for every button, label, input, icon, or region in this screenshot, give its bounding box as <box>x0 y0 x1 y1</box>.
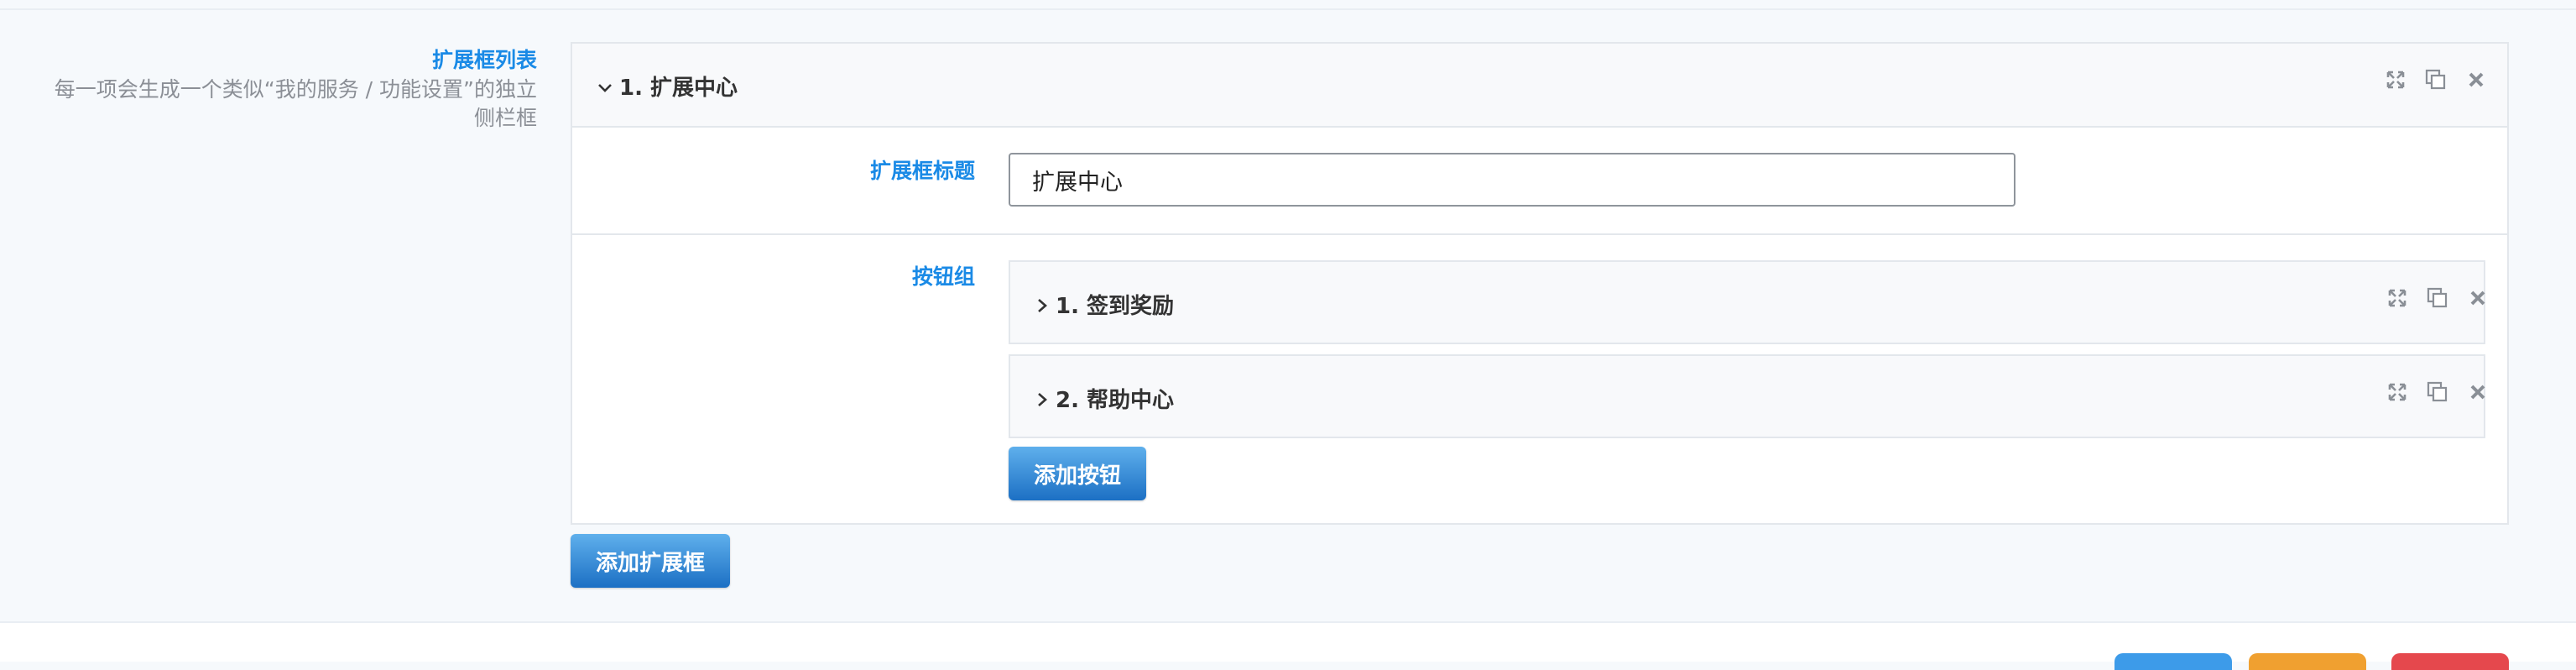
footer-action-blue[interactable] <box>2115 653 2232 670</box>
close-icon[interactable] <box>2465 69 2487 91</box>
chevron-down-icon[interactable] <box>597 79 613 100</box>
button-item-tools <box>2386 287 2489 309</box>
copy-icon[interactable] <box>2427 287 2448 309</box>
close-icon[interactable] <box>2467 381 2489 403</box>
button-item-title: 1. 签到奖励 <box>1056 294 1175 319</box>
button-item[interactable]: 1. 签到奖励 <box>1009 260 2485 344</box>
section-description: 每一项会生成一个类似“我的服务 / 功能设置”的独立侧栏框 <box>54 77 537 130</box>
chevron-right-icon[interactable] <box>1035 297 1049 318</box>
button-item-title-wrap: 1. 签到奖励 <box>1035 289 1174 320</box>
button-item-tools <box>2386 381 2489 403</box>
expand-icon[interactable] <box>2386 381 2408 403</box>
extension-panel: 1. 扩展中心 扩展框标题 按钮组 1. 签到奖励 <box>571 42 2509 525</box>
copy-icon[interactable] <box>2425 69 2447 91</box>
panel-title: 1. 扩展中心 <box>619 76 738 101</box>
footer-action-orange[interactable] <box>2249 653 2366 670</box>
buttons-field-label: 按钮组 <box>911 264 975 289</box>
title-input[interactable] <box>1009 153 2015 207</box>
title-field-row: 扩展框标题 <box>572 128 2507 235</box>
chevron-right-icon[interactable] <box>1035 391 1049 412</box>
title-field-label: 扩展框标题 <box>869 159 975 183</box>
footer-action-red[interactable] <box>2391 653 2509 670</box>
panel-tools <box>2385 69 2487 91</box>
panel-header[interactable]: 1. 扩展中心 <box>572 44 2507 128</box>
button-item-title: 2. 帮助中心 <box>1056 388 1175 413</box>
close-icon[interactable] <box>2467 287 2489 309</box>
expand-icon[interactable] <box>2386 287 2408 309</box>
section-label: 扩展框列表 <box>431 48 537 72</box>
button-item-title-wrap: 2. 帮助中心 <box>1035 383 1174 414</box>
panel-title-wrap: 1. 扩展中心 <box>597 71 738 102</box>
add-panel-button[interactable]: 添加扩展框 <box>571 534 731 588</box>
add-button-button[interactable]: 添加按钮 <box>1009 447 1147 500</box>
top-divider <box>0 0 2576 10</box>
expand-icon[interactable] <box>2385 69 2407 91</box>
button-item[interactable]: 2. 帮助中心 <box>1009 354 2485 438</box>
copy-icon[interactable] <box>2427 381 2448 403</box>
